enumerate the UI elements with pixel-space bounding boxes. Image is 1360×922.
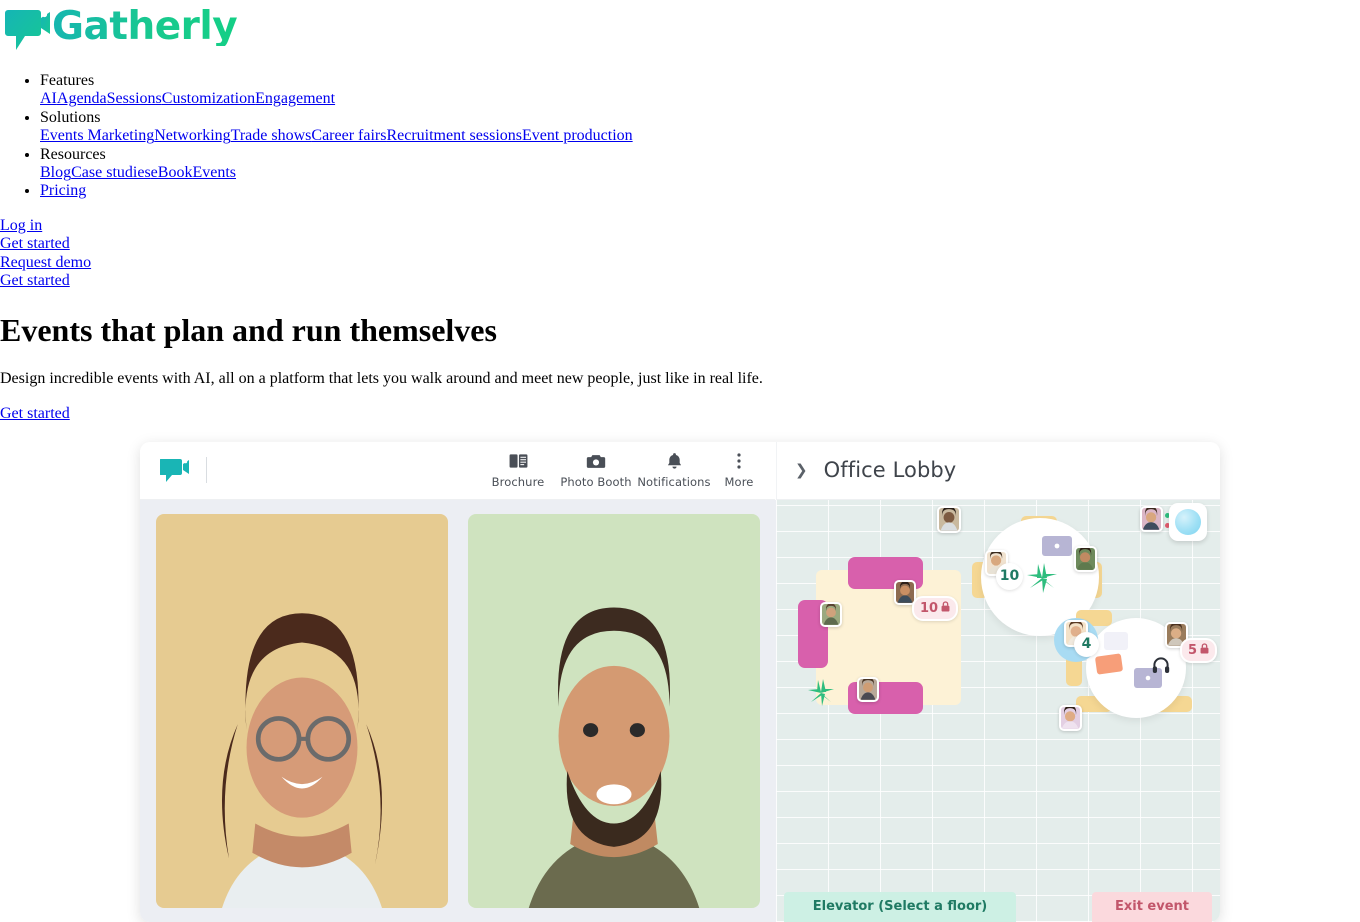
- toolbar-label-photo-booth: Photo Booth: [560, 474, 632, 489]
- map-bottom-bar: Elevator (Select a floor) Exit event: [776, 891, 1220, 922]
- hero-get-started-link[interactable]: Get started: [0, 405, 70, 423]
- request-demo-link[interactable]: Request demo: [0, 254, 91, 272]
- map-group-badge-5[interactable]: 5: [1180, 637, 1218, 663]
- room-name: Office Lobby: [823, 458, 957, 483]
- nav-link-event-production[interactable]: Event production: [522, 127, 633, 144]
- hero-subtitle: Design incredible events with AI, all on…: [0, 370, 763, 388]
- gatherly-bubble-icon: [159, 457, 190, 483]
- nav-link-sessions[interactable]: Sessions: [107, 90, 162, 107]
- nav-group-resources: Resources BlogCase studieseBookEvents: [40, 146, 1360, 183]
- nav-link-case-studies[interactable]: Case studies: [71, 164, 151, 181]
- nav-link-ebook[interactable]: eBook: [151, 164, 193, 181]
- bell-icon: [666, 452, 683, 471]
- nav-group-label-solutions: Solutions: [40, 108, 101, 126]
- page-title: Events that plan and run themselves: [0, 311, 497, 348]
- lock-icon: [1200, 643, 1209, 658]
- nav-link-career-fairs[interactable]: Career fairs: [311, 127, 386, 144]
- nav-link-blog[interactable]: Blog: [40, 164, 71, 181]
- nav-link-ai[interactable]: AI: [40, 90, 57, 107]
- logo-wordmark: Gatherly: [52, 4, 238, 49]
- note-icon: [1104, 631, 1128, 650]
- toolbar-divider: [206, 457, 207, 484]
- room-header: ❯ Office Lobby: [776, 441, 1220, 500]
- toolbar-item-more[interactable]: More: [713, 452, 765, 489]
- camera-icon: [586, 452, 606, 471]
- hero-product-screenshot: Brochure Photo Booth Notifications More …: [140, 441, 1220, 922]
- book-icon: [509, 452, 528, 471]
- nav-link-agenda[interactable]: Agenda: [57, 90, 107, 107]
- site-logo-row: Gatherly: [0, 0, 1360, 56]
- headphones-icon: [1152, 656, 1170, 674]
- nav-group-label-resources: Resources: [40, 145, 106, 163]
- app-toolbar: Brochure Photo Booth Notifications More: [140, 441, 775, 500]
- lock-icon: [941, 601, 950, 616]
- toolbar-item-photo-booth[interactable]: Photo Booth: [557, 452, 635, 489]
- main-navigation: Features AIAgendaSessionsCustomizationEn…: [0, 72, 1360, 201]
- nav-link-networking[interactable]: Networking: [154, 127, 230, 144]
- nav-link-pricing[interactable]: Pricing: [40, 182, 86, 199]
- nav-sublinks-features: AIAgendaSessionsCustomizationEngagement: [40, 90, 1360, 108]
- kebab-menu-icon: [736, 452, 742, 471]
- log-in-link[interactable]: Log in: [0, 217, 42, 235]
- nav-link-engagement[interactable]: Engagement: [255, 90, 335, 107]
- plant-icon: [1026, 562, 1058, 594]
- nav-sublinks-resources: BlogCase studieseBookEvents: [40, 164, 1360, 182]
- nav-link-trade-shows[interactable]: Trade shows: [231, 127, 312, 144]
- map-avatar-table1-right[interactable]: [1074, 545, 1097, 572]
- nav-link-customization[interactable]: Customization: [162, 90, 255, 107]
- hero-product-screenshot-wrap: Brochure Photo Booth Notifications More …: [0, 441, 1360, 922]
- logo-home-link[interactable]: Gatherly: [4, 4, 238, 51]
- map-count-value-10: 10: [999, 568, 1020, 585]
- toolbar-label-brochure: Brochure: [491, 474, 545, 489]
- nav-link-events-marketing[interactable]: Events Marketing: [40, 127, 154, 144]
- nav-group-solutions: Solutions Events MarketingNetworkingTrad…: [40, 109, 1360, 146]
- video-stage: [140, 499, 776, 922]
- toolbar-label-notifications: Notifications: [637, 474, 711, 489]
- nav-link-events[interactable]: Events: [192, 164, 236, 181]
- laptop-icon: [1042, 535, 1072, 556]
- screen-share-inner: [1175, 508, 1201, 535]
- video-tile-2[interactable]: [468, 513, 760, 908]
- toolbar-label-more: More: [724, 474, 754, 489]
- get-started-link-header[interactable]: Get started: [0, 235, 70, 253]
- elevator-button[interactable]: Elevator (Select a floor): [784, 891, 1016, 922]
- map-group-count-10: 10: [920, 600, 939, 616]
- map-avatar-presenter[interactable]: [1140, 505, 1163, 532]
- floor-map-canvas: 10 10 4 5 Elevator (Select a floor) Exit…: [776, 500, 1220, 922]
- exit-event-button[interactable]: Exit event: [1092, 891, 1212, 922]
- toolbar-item-brochure[interactable]: Brochure: [479, 452, 557, 489]
- floor-map[interactable]: 10 10 4 5 Elevator (Select a floor) Exit…: [776, 499, 1220, 922]
- get-started-link-mobile[interactable]: Get started: [0, 272, 70, 290]
- toolbar-item-notifications[interactable]: Notifications: [635, 452, 713, 489]
- header-actions: Log in Get started Request demo Get star…: [0, 217, 1360, 291]
- map-avatar-desk-left[interactable]: [820, 601, 842, 627]
- map-count-value-4: 4: [1081, 636, 1092, 653]
- nav-group-label-features: Features: [40, 72, 95, 89]
- nav-link-recruitment-sessions[interactable]: Recruitment sessions: [386, 127, 522, 144]
- screen-share-bubble-icon[interactable]: [1169, 502, 1207, 541]
- speech-bubble-video-camera-icon: [4, 4, 51, 51]
- plant-icon: [806, 678, 836, 706]
- map-group-count-5: 5: [1188, 642, 1198, 658]
- video-tile-1[interactable]: [156, 513, 448, 908]
- paper-icon: [1094, 653, 1124, 675]
- map-avatar-roaming-1[interactable]: [937, 505, 961, 533]
- map-avatar-desk-bottom[interactable]: [857, 676, 879, 702]
- map-count-bubble-4[interactable]: 4: [1074, 631, 1099, 657]
- map-count-bubble-10[interactable]: 10: [996, 562, 1023, 590]
- nav-group-features: Features AIAgendaSessionsCustomizationEn…: [40, 72, 1360, 109]
- map-group-badge-10[interactable]: 10: [912, 595, 959, 621]
- map-avatar-roaming-2[interactable]: [1059, 704, 1082, 731]
- chevron-right-icon[interactable]: ❯: [795, 462, 808, 478]
- nav-group-pricing: Pricing: [40, 182, 1360, 200]
- nav-sublinks-solutions: Events MarketingNetworkingTrade showsCar…: [40, 127, 1360, 145]
